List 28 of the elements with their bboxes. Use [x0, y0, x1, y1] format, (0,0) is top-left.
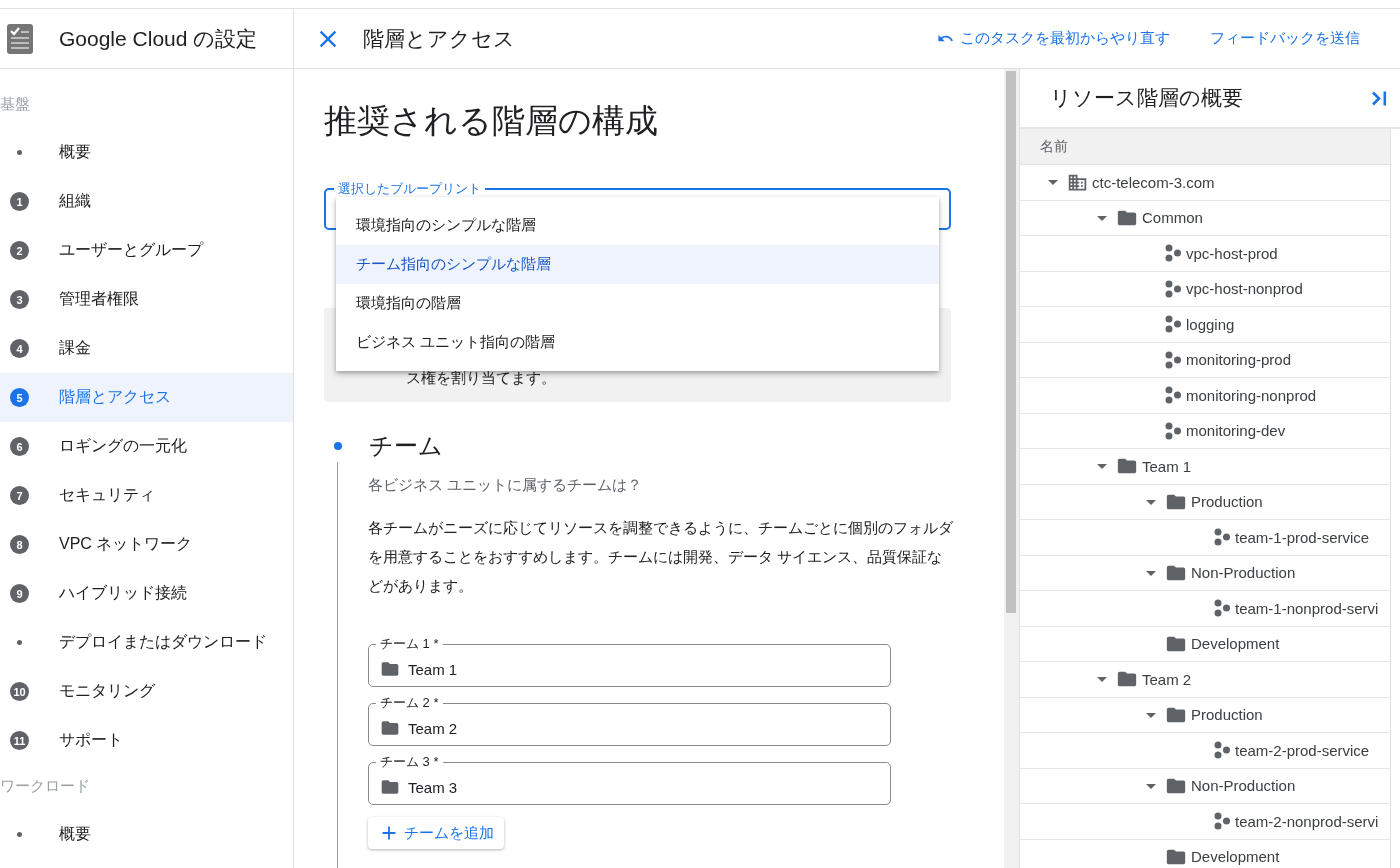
step-number: 5: [10, 388, 29, 407]
step-description: 各チームがニーズに応じてリソースを調整できるように、チームごとに個別のフォルダを用意することをおすすめします。チームには開発、データ サイエンス、品質保証などがあります。: [368, 518, 953, 596]
field-value: Team 3: [408, 778, 458, 796]
step-number: 3: [10, 290, 29, 309]
step-title: チーム: [369, 431, 443, 461]
field-label: チーム 3 *: [379, 754, 440, 770]
step-number: 6: [10, 437, 29, 456]
app-title: Google Cloud の設定: [59, 25, 258, 52]
step-number: 1: [10, 192, 29, 211]
section-label: ワークロード: [0, 776, 91, 796]
field-value: Team 2: [408, 719, 458, 737]
step-number: 4: [10, 339, 29, 358]
step-number: 10: [10, 682, 29, 701]
column-header: 名前: [1020, 129, 1390, 165]
step-number: 7: [10, 486, 29, 505]
page-heading: 推奨される階層の構成: [324, 101, 659, 141]
page-title: 階層とアクセス: [363, 25, 516, 52]
field-label: チーム 1 *: [379, 636, 440, 652]
panel-title: リソース階層の概要: [1050, 85, 1244, 111]
step-number: 8: [10, 535, 29, 554]
step-subtitle: 各ビジネス ユニットに属するチームは？: [368, 476, 644, 495]
info-text: ス権を割り当てます。: [406, 369, 556, 388]
field-label: チーム 2 *: [379, 695, 440, 711]
field-value: Team 1: [408, 660, 458, 678]
step-number: 2: [10, 241, 29, 260]
step-number: 11: [10, 731, 29, 750]
section-label: 基盤: [0, 94, 31, 114]
step-number: 9: [10, 584, 29, 603]
